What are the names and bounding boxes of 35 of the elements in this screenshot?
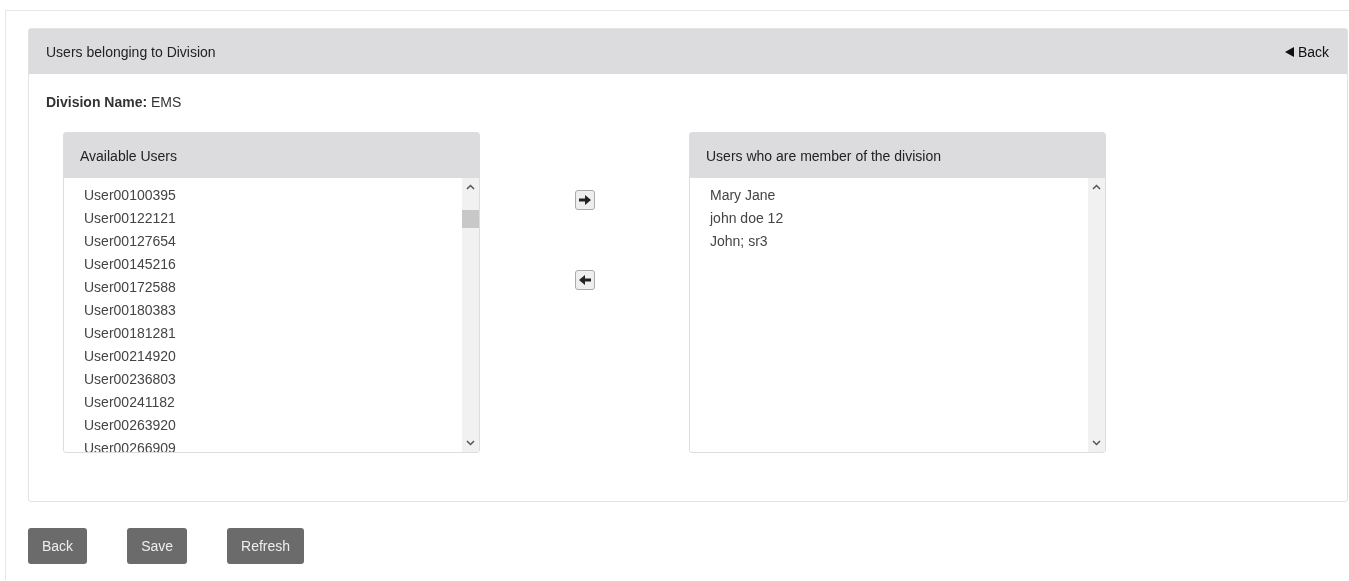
action-button[interactable]: Refresh	[227, 528, 305, 564]
scroll-thumb[interactable]	[462, 210, 479, 228]
user-item[interactable]: User00181281	[84, 322, 462, 345]
user-item[interactable]: User00100395	[84, 184, 462, 207]
move-right-button[interactable]	[574, 190, 595, 210]
user-item[interactable]: john doe 12	[710, 207, 1088, 230]
scroll-down-icon[interactable]	[466, 440, 475, 446]
division-label: Division Name:	[46, 94, 148, 110]
user-item[interactable]: User00127654	[84, 230, 462, 253]
list-header: Users who are member of the division	[690, 133, 1105, 178]
user-item[interactable]: User00241182	[84, 391, 462, 414]
user-item[interactable]: User00145216	[84, 253, 462, 276]
user-item[interactable]: John; sr3	[710, 230, 1088, 253]
list-header: Available Users	[64, 133, 479, 178]
scroll-down-icon[interactable]	[1092, 440, 1101, 446]
move-left-button[interactable]	[574, 270, 595, 290]
user-item[interactable]: User00172588	[84, 276, 462, 299]
scrollbar[interactable]	[1088, 178, 1105, 452]
user-item[interactable]: User00122121	[84, 207, 462, 230]
arrow-left-icon	[578, 275, 591, 285]
triangle-left-icon	[1284, 46, 1294, 57]
action-button[interactable]: Save	[127, 528, 188, 564]
user-item[interactable]: Mary Jane	[710, 184, 1088, 207]
scroll-up-icon[interactable]	[466, 184, 475, 190]
division-value: EMS	[151, 94, 182, 110]
user-item[interactable]: User00263920	[84, 414, 462, 437]
panel-title: Users belonging to Division	[46, 43, 216, 60]
user-item[interactable]: User00214920	[84, 345, 462, 368]
user-item[interactable]: User00180383	[84, 299, 462, 322]
scroll-up-icon[interactable]	[1092, 184, 1101, 190]
action-button[interactable]: Back	[28, 528, 88, 564]
user-item[interactable]: User00236803	[84, 368, 462, 391]
arrow-right-icon	[578, 195, 591, 205]
back-link[interactable]: Back	[1284, 43, 1329, 60]
scrollbar[interactable]	[462, 178, 479, 452]
